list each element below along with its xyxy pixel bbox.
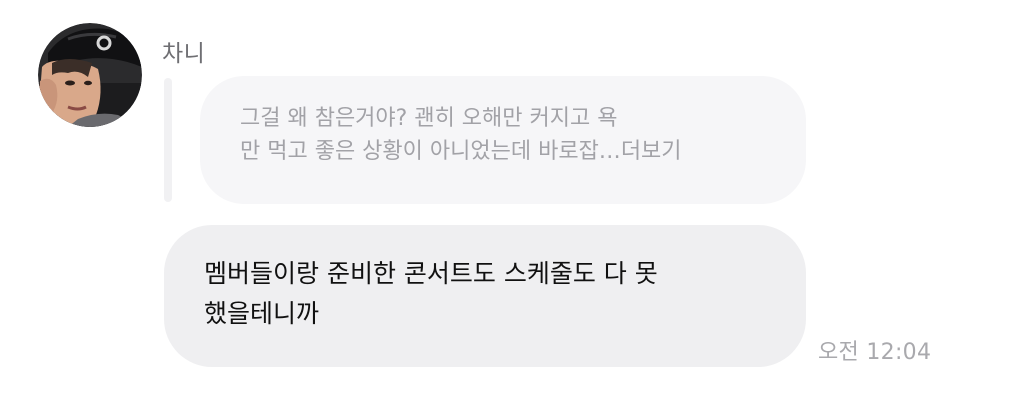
- profile-photo-icon: [38, 23, 142, 127]
- reply-preview-line-2: 만 먹고 좋은 상황이 아니었는데 바로잡…더보기: [240, 135, 800, 168]
- reply-preview-text: 그걸 왜 참은거야? 괜히 오해만 커지고 욕 만 먹고 좋은 상황이 아니었는…: [240, 102, 800, 168]
- message-timestamp: 오전 12:04: [818, 340, 932, 365]
- chat-screen: 차니 그걸 왜 참은거야? 괜히 오해만 커지고 욕 만 먹고 좋은 상황이 아…: [0, 0, 1022, 393]
- message-line-2: 했을테니까: [204, 299, 320, 328]
- reply-preview-line-1: 그걸 왜 참은거야? 괜히 오해만 커지고 욕: [240, 106, 618, 131]
- sender-name: 차니: [162, 41, 206, 67]
- message-line-1: 멤버들이랑 준비한 콘서트도 스케줄도 다 못: [204, 259, 658, 288]
- message-text: 멤버들이랑 준비한 콘서트도 스케줄도 다 못 했을테니까: [204, 254, 804, 334]
- see-more-link[interactable]: 더보기: [621, 139, 682, 164]
- sender-avatar[interactable]: [38, 23, 142, 127]
- reply-indicator-bar: [164, 78, 172, 202]
- reply-preview-truncated-text: 만 먹고 좋은 상황이 아니었는데 바로잡…: [240, 139, 621, 164]
